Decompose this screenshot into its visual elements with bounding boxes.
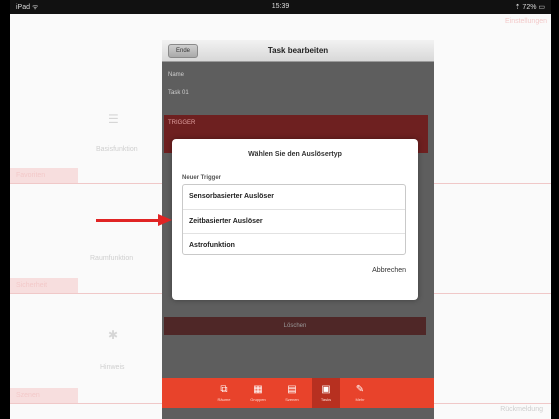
delete-button[interactable]: Löschen [164, 317, 426, 335]
tab-tasks[interactable]: ▣ Tasks [312, 378, 340, 408]
trigger-section-label: TRIGGER [168, 120, 196, 126]
background-tile-label: Hinweis [100, 364, 125, 371]
cancel-button[interactable]: Abbrechen [372, 267, 406, 274]
tab-label: Tasks [320, 397, 332, 402]
tab-label: Szenen [285, 397, 299, 402]
background-settings-link: Einstellungen [504, 18, 547, 25]
option-astro-function[interactable]: Astrofunktion [183, 233, 405, 256]
tab-bar: ⧉ Räume ▦ Gruppen ▤ Szenen ▣ Tasks ✎ Meh… [162, 378, 434, 408]
tab-more[interactable]: ✎ Mehr [346, 378, 374, 408]
tab-groups[interactable]: ▦ Gruppen [244, 378, 272, 408]
screen-border-left [0, 0, 10, 419]
rooms-icon: ⧉ [220, 384, 228, 395]
tab-rooms[interactable]: ⧉ Räume [210, 378, 238, 408]
annotation-arrow-head-icon [158, 214, 172, 226]
task-header: Ende Task bearbeiten [162, 40, 434, 62]
annotation-arrow-icon [96, 219, 162, 222]
background-section-band: Szenen [10, 388, 78, 404]
option-sensor-trigger[interactable]: Sensorbasierter Auslöser [183, 185, 405, 209]
tab-scenes[interactable]: ▤ Szenen [278, 378, 306, 408]
screen-border-right [551, 0, 559, 419]
background-footer-label: Rückmeldung [500, 406, 543, 413]
dialog-title: Wählen Sie den Auslösertyp [248, 151, 342, 158]
groups-icon: ▦ [253, 384, 263, 395]
more-icon: ✎ [355, 384, 365, 395]
name-value[interactable]: Task 01 [168, 90, 189, 96]
background-tile-label: Raumfunktion [90, 255, 134, 262]
tab-label: Gruppen [250, 397, 266, 402]
status-bar: iPad ᯤ 15:39 ⇡ 72% ▭ [10, 0, 551, 14]
option-time-trigger[interactable]: Zeitbasierter Auslöser [183, 209, 405, 233]
clock: 15:39 [271, 3, 290, 10]
new-trigger-label: Neuer Trigger [182, 175, 222, 181]
trigger-option-list: Sensorbasierter Auslöser Zeitbasierter A… [182, 184, 406, 255]
tasks-icon: ▣ [321, 384, 331, 395]
tab-label: Mehr [355, 397, 365, 402]
background-tile-label: Basisfunktion [96, 146, 138, 153]
background-section-band: Sicherheit [10, 278, 78, 294]
task-title: Task bearbeiten [267, 46, 329, 55]
background-tile-icon: ✱ [108, 328, 119, 342]
tab-label: Räume [217, 397, 231, 402]
background-tile-icon: ☰ [108, 112, 119, 126]
name-label: Name [168, 72, 185, 78]
background-section-band: Favoriten [10, 168, 78, 184]
scenes-icon: ▤ [287, 384, 297, 395]
battery-indicator: ⇡ 72% ▭ [514, 4, 545, 11]
trigger-type-dialog: Wählen Sie den Auslösertyp Neuer Trigger… [172, 139, 418, 300]
